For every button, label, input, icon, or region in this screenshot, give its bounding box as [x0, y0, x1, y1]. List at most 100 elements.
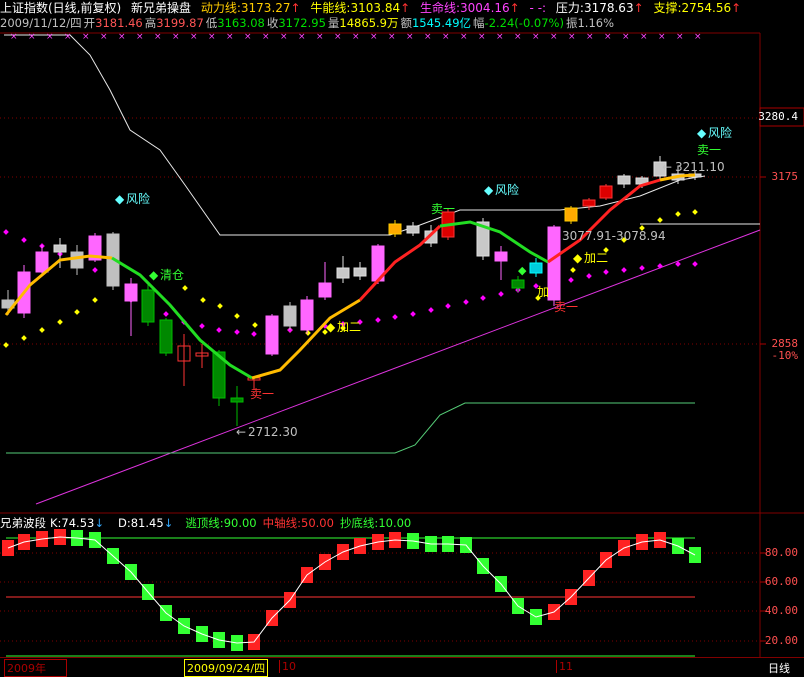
yellow-dot: [57, 319, 63, 325]
month-11: 11: [556, 660, 573, 673]
add-label-2: 加二: [584, 251, 608, 265]
magenta-dot: [92, 267, 98, 273]
yellow-dot: [305, 330, 311, 336]
x-marker: ×: [604, 32, 612, 42]
low-mark-arrow: ←: [236, 425, 246, 439]
sub-header: 兄弟波段 K:74.53↓ D:81.45↓ 逃顶线:90.00 中轴线:50.00 抄底…: [0, 516, 412, 530]
support-line: [6, 402, 695, 454]
candle-body: [494, 251, 508, 262]
yellow-dot: [39, 327, 45, 333]
risk-label-1: 风险: [126, 191, 150, 206]
x-marker: ×: [694, 32, 702, 42]
x-marker: ×: [190, 32, 198, 42]
add-diamond-2: ◆: [573, 251, 583, 265]
k-value: 74.53: [61, 516, 95, 530]
yellow-dot: [21, 335, 27, 341]
x-marker: ×: [586, 32, 594, 42]
x-marker: ×: [532, 32, 540, 42]
candle-body: [70, 251, 84, 269]
x-marker: ×: [352, 32, 360, 42]
yellow-dot: [692, 209, 698, 215]
yellow-dot: [74, 309, 80, 315]
magenta-dot: [234, 329, 240, 335]
x-marker: ×: [388, 32, 396, 42]
magenta-dot: [498, 291, 504, 297]
x-marker: ×: [226, 32, 234, 42]
x-marker: ×: [478, 32, 486, 42]
x-marker: ×: [424, 32, 432, 42]
magenta-dot: [657, 263, 663, 269]
candle-body: [599, 185, 613, 199]
yellow-dot: [182, 285, 188, 291]
candle-body: [230, 397, 244, 403]
x-marker: ×: [640, 32, 648, 42]
yellow-dot: [252, 322, 258, 328]
x-marker: ×: [442, 32, 450, 42]
magenta-dot: [621, 267, 627, 273]
x-marker: ×: [568, 32, 576, 42]
candle-body: [336, 267, 350, 279]
kd-axis-60: 60.00: [764, 575, 798, 588]
x-marker: ×: [244, 32, 252, 42]
x-marker: ×: [496, 32, 504, 42]
price-axis-mid: 3175: [771, 170, 799, 183]
price-axis-pct: -10%: [771, 349, 799, 362]
x-marker: ×: [82, 32, 90, 42]
magenta-dot: [603, 269, 609, 275]
x-marker: ×: [154, 32, 162, 42]
x-marker: ×: [514, 32, 522, 42]
candles: [1, 156, 702, 426]
sell-label-2: 卖一: [431, 202, 455, 216]
candle-body: [265, 315, 279, 355]
momentum-segment: [439, 220, 549, 264]
yellow-dot: [675, 211, 681, 217]
candle-body: [582, 199, 596, 207]
magenta-dot: [692, 261, 698, 267]
d-value: 81.45: [130, 516, 164, 530]
sell-label-1: 卖一: [697, 143, 721, 157]
candle-body: [353, 267, 367, 277]
add-diamond-1: ◆: [326, 320, 336, 334]
x-marker: ×: [280, 32, 288, 42]
magenta-dot: [251, 331, 257, 337]
x-marker: ×: [46, 32, 54, 42]
period-label[interactable]: 日线: [768, 660, 790, 676]
candle-body: [124, 283, 138, 302]
candle-body: [159, 319, 173, 354]
high-mark-arrow: ←: [662, 160, 672, 174]
candle-body: [141, 289, 155, 323]
x-marker: ×: [136, 32, 144, 42]
yellow-dot: [657, 217, 663, 223]
low-mark-value: 2712.30: [248, 425, 298, 439]
kd-axis-80: 80.00: [764, 546, 798, 559]
yellow-dot: [234, 313, 240, 319]
year-label: 2009年: [4, 659, 67, 677]
x-marker: ×: [334, 32, 342, 42]
x-marker: ×: [10, 32, 18, 42]
sell-label-3: 卖一: [250, 387, 274, 401]
add-label-1: 加二: [337, 320, 361, 334]
yellow-dot: [570, 267, 576, 273]
x-marker: ×: [172, 32, 180, 42]
magenta-dot: [21, 237, 27, 243]
x-marker: ×: [208, 32, 216, 42]
yellow-dot: [200, 297, 206, 303]
candle-body: [283, 305, 297, 327]
sub-name: 兄弟波段: [0, 516, 46, 530]
x-marker: ×: [28, 32, 36, 42]
x-marker: ×: [118, 32, 126, 42]
risk-label-3: 风险: [708, 125, 732, 140]
magenta-dot: [392, 314, 398, 320]
candle-body: [511, 279, 525, 289]
x-marker: ×: [622, 32, 630, 42]
price-axis-top: 3280.4: [758, 110, 798, 123]
candle-body: [53, 244, 67, 253]
magenta-dot: [428, 307, 434, 313]
time-axis[interactable]: 2009年 2009/09/24/四 10 11 日线: [0, 657, 804, 677]
candle-body: [318, 282, 332, 298]
chart-canvas[interactable]: × × × × × × × × × × × × × × × × × × × × × × × × × × × × × × × × × × × × × × × …: [0, 0, 804, 675]
x-marker: ×: [658, 32, 666, 42]
yellow-dot: [3, 342, 9, 348]
magenta-dot: [216, 327, 222, 333]
x-marker: ×: [298, 32, 306, 42]
